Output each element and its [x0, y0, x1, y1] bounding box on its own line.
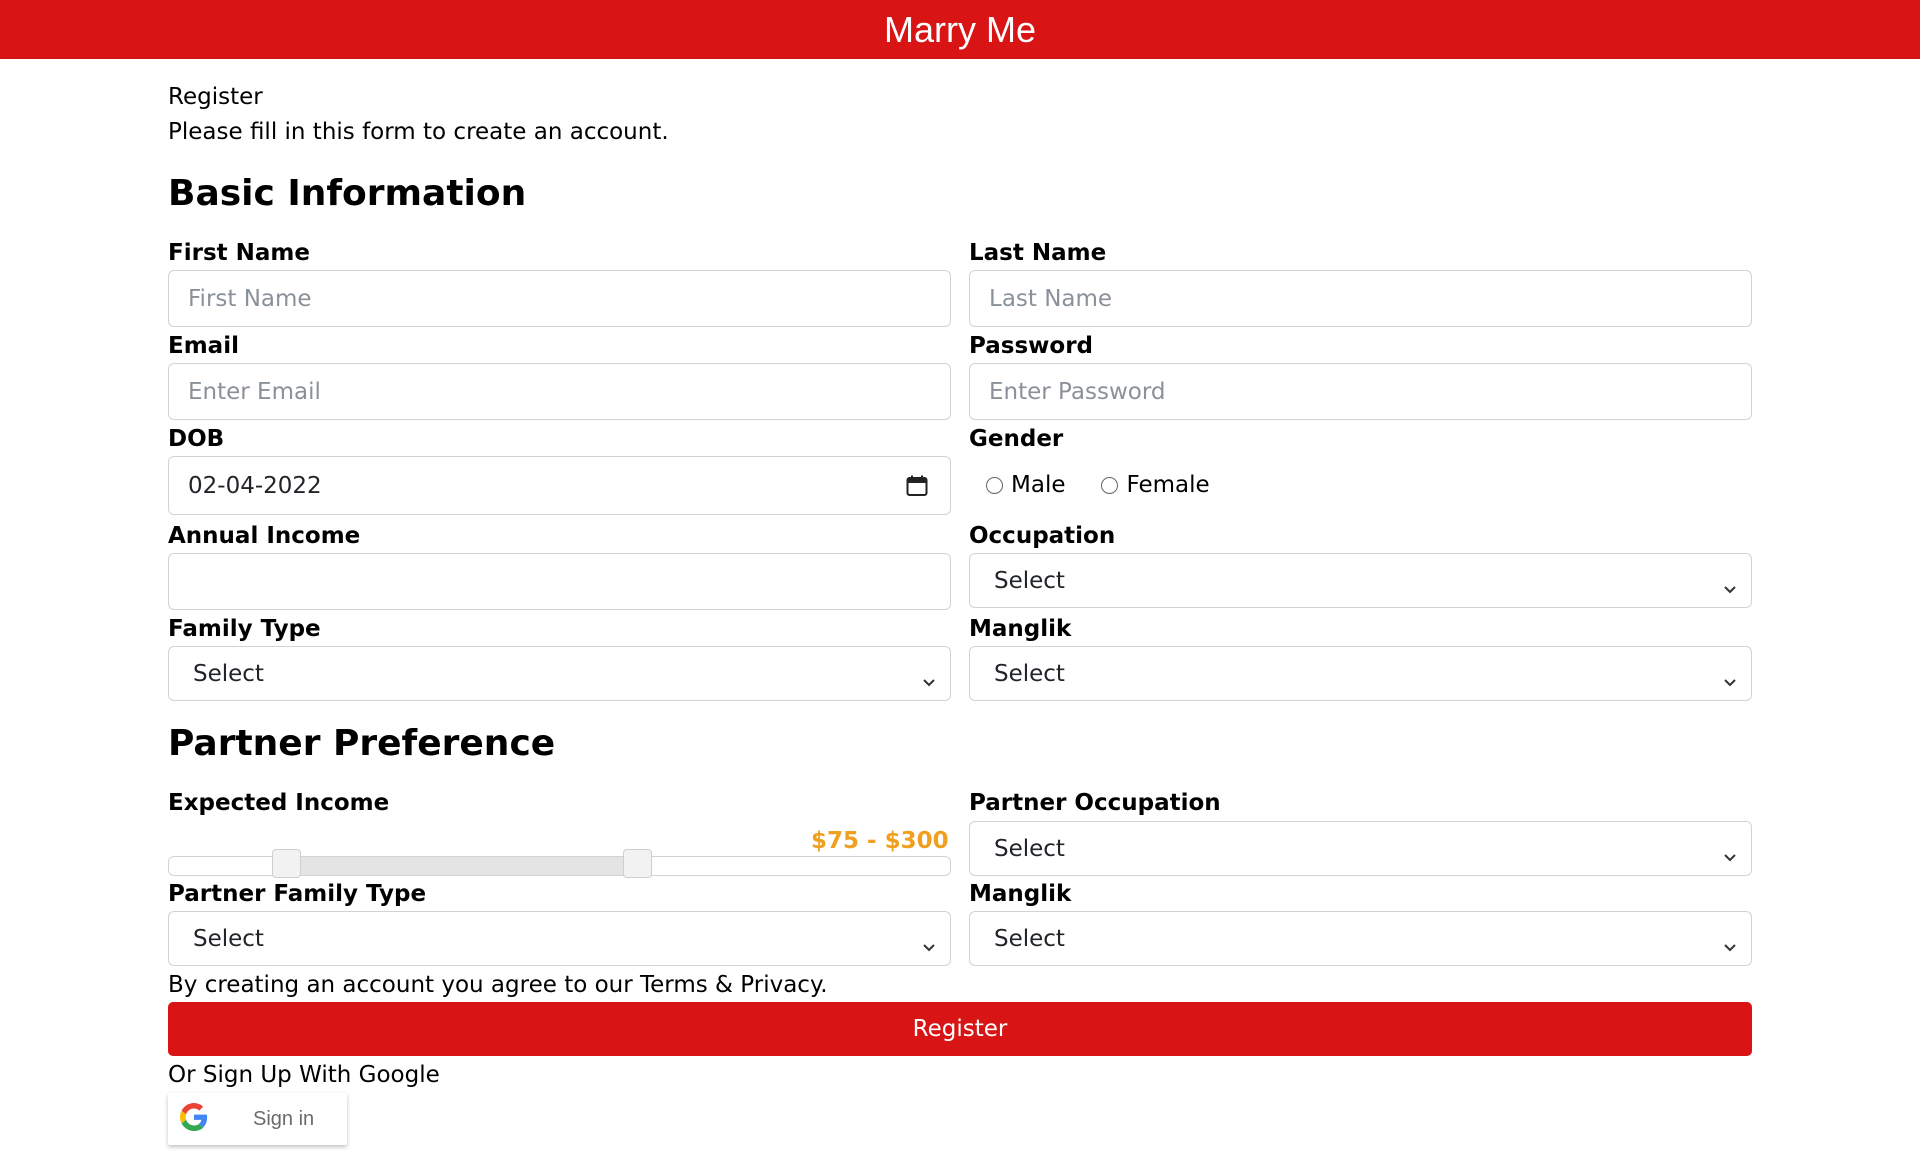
occupation-select[interactable]: Select	[969, 553, 1752, 608]
gender-female-label[interactable]: Female	[1126, 472, 1209, 498]
chevron-down-icon	[1723, 668, 1737, 694]
gender-male-radio[interactable]	[986, 476, 1003, 494]
expected-income-label: Expected Income	[168, 790, 390, 816]
family-type-select[interactable]: Select	[168, 646, 951, 701]
gender-label: Gender	[969, 426, 1064, 452]
occupation-select-value: Select	[994, 567, 1065, 594]
partner-manglik-select[interactable]: Select	[969, 911, 1752, 966]
manglik-label: Manglik	[969, 616, 1072, 642]
annual-income-label: Annual Income	[168, 523, 361, 549]
register-button[interactable]: Register	[168, 1002, 1752, 1056]
first-name-input[interactable]	[168, 270, 951, 327]
manglik-select-value: Select	[994, 660, 1065, 687]
page-subtitle: Please fill in this form to create an ac…	[168, 119, 669, 145]
google-sign-in-button[interactable]: Sign in	[168, 1093, 347, 1145]
chevron-down-icon	[1723, 843, 1737, 869]
partner-occupation-select[interactable]: Select	[969, 821, 1752, 876]
partner-occupation-label: Partner Occupation	[969, 790, 1221, 816]
google-sign-in-label: Sign in	[253, 1107, 315, 1130]
password-label: Password	[969, 333, 1093, 359]
partner-family-type-label: Partner Family Type	[168, 881, 427, 907]
chevron-down-icon	[922, 668, 936, 694]
app-title: Marry Me	[884, 8, 1036, 50]
email-label: Email	[168, 333, 239, 359]
last-name-input[interactable]	[969, 270, 1752, 327]
password-input[interactable]	[969, 363, 1752, 420]
register-button-label: Register	[912, 1016, 1008, 1042]
google-signup-prompt: Or Sign Up With Google	[168, 1062, 440, 1088]
annual-income-input[interactable]	[168, 553, 951, 610]
partner-family-type-select[interactable]: Select	[168, 911, 951, 966]
basic-info-heading: Basic Information	[168, 173, 527, 214]
dob-value: 02-04-2022	[188, 472, 322, 499]
partner-manglik-label: Manglik	[969, 881, 1072, 907]
partner-preference-heading: Partner Preference	[168, 723, 556, 764]
expected-income-range-text: $75 - $300	[811, 828, 949, 854]
slider-range-fill	[287, 857, 639, 875]
page-title: Register	[168, 84, 263, 110]
google-icon	[180, 1103, 208, 1135]
partner-manglik-select-value: Select	[994, 925, 1065, 952]
dob-label: DOB	[168, 426, 225, 452]
app-header: Marry Me	[0, 0, 1920, 59]
manglik-select[interactable]: Select	[969, 646, 1752, 701]
dob-date-input[interactable]: 02-04-2022	[168, 456, 951, 515]
gender-male-label[interactable]: Male	[1011, 472, 1065, 498]
expected-income-slider[interactable]	[168, 849, 951, 878]
calendar-icon[interactable]	[906, 475, 928, 503]
last-name-label: Last Name	[969, 240, 1107, 266]
occupation-label: Occupation	[969, 523, 1116, 549]
first-name-label: First Name	[168, 240, 310, 266]
terms-text: By creating an account you agree to our …	[168, 972, 828, 998]
gender-radio-group: Male Female	[986, 472, 1246, 498]
chevron-down-icon	[1723, 933, 1737, 959]
gender-female-radio[interactable]	[1101, 476, 1119, 494]
chevron-down-icon	[1723, 575, 1737, 601]
partner-occupation-select-value: Select	[994, 835, 1065, 862]
family-type-select-value: Select	[193, 660, 264, 687]
partner-family-type-select-value: Select	[193, 925, 264, 952]
slider-min-handle[interactable]	[272, 849, 301, 878]
family-type-label: Family Type	[168, 616, 321, 642]
email-input[interactable]	[168, 363, 951, 420]
chevron-down-icon	[922, 933, 936, 959]
slider-max-handle[interactable]	[623, 849, 652, 878]
